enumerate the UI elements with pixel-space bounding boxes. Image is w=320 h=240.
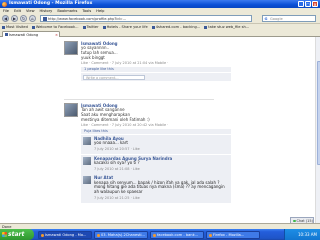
tab-label: Ismawati Odong	[9, 32, 39, 37]
facebook-icon	[4, 32, 8, 36]
site-favicon-icon	[42, 17, 47, 21]
taskbar-item[interactable]: Firefox - Mozilla...	[206, 230, 260, 239]
avatar[interactable]	[64, 41, 78, 55]
avatar[interactable]	[64, 103, 78, 117]
search-placeholder: Google	[270, 17, 283, 21]
likes-bar[interactable]: 1 people like this	[81, 67, 231, 73]
navigation-toolbar: ◀ ▶ ↻ ⌂ http://www.facebook.com/profile.…	[0, 14, 320, 23]
post-text: yuuk binggt	[81, 54, 105, 60]
title-bar: Ismawati Odong - Mozilla Firefox _ □ ×	[0, 0, 320, 8]
post-text: mestinya ditemani oleh Fatimah :)	[81, 116, 150, 122]
maximize-button[interactable]: □	[305, 1, 311, 7]
home-icon[interactable]: ⌂	[29, 15, 36, 22]
comment-meta[interactable]: 7 July 2010 at 21:25 · Like	[94, 196, 229, 201]
close-button[interactable]: ×	[312, 1, 318, 7]
browser-window: Ismawati Odong - Mozilla Firefox _ □ × F…	[0, 0, 320, 229]
taskbar: start Ismawati Odong - Mo... 03. Maha(s)…	[0, 229, 320, 240]
google-icon: G	[264, 17, 268, 21]
taskbar-item[interactable]: 03. Maha(s).2Chanesti...	[94, 230, 148, 239]
reload-icon[interactable]: ↻	[20, 15, 27, 22]
taskbar-item[interactable]: facebook.com - bank...	[150, 230, 204, 239]
window-controls: _ □ ×	[298, 1, 318, 7]
avatar[interactable]	[83, 136, 91, 145]
comment-item: Nur Atat kenapa sih senyum... bapak / hi…	[81, 174, 231, 203]
address-text: http://www.facebook.com/profile.php?id=.…	[48, 17, 127, 21]
post-meta[interactable]: Like · Comment · 7 July 2010 at 21:04 vi…	[81, 61, 253, 66]
post-meta[interactable]: Like · Comment · 7 July 2010 at 20:42 vi…	[81, 123, 253, 128]
divider	[64, 99, 214, 100]
post-body: Ismawati Odong Tan ah awit sanganne Saat…	[81, 103, 253, 203]
comment-input[interactable]: Write a comment...	[83, 74, 145, 80]
comment-item: Kenapardas Agung Surya Narindra kacaksi …	[81, 154, 231, 174]
back-arrow-icon[interactable]: ◀	[2, 15, 9, 22]
minimize-button[interactable]: _	[298, 1, 304, 7]
page-content: Ismawati Odong yo sayannnn.. tutup lah s…	[0, 37, 320, 223]
likes-bar[interactable]: Puja likes this	[81, 129, 231, 135]
comment-text: kacaksi sih sya? yo ti ?	[94, 160, 140, 166]
vertical-scrollbar[interactable]	[315, 37, 320, 223]
firefox-icon	[2, 1, 7, 7]
start-button[interactable]: start	[0, 229, 34, 240]
comment-meta[interactable]: 7 July 2010 at 21:08 · Like	[94, 167, 229, 172]
forward-arrow-icon[interactable]: ▶	[11, 15, 18, 22]
system-tray: 10:33 AM	[284, 229, 320, 240]
scrollbar-thumb[interactable]	[316, 61, 320, 165]
search-box[interactable]: G Google	[262, 15, 316, 22]
tab-strip: Ismawati Odong ×	[0, 30, 320, 37]
comment-box: Write a comment...	[81, 73, 231, 82]
clock[interactable]: 10:33 AM	[298, 232, 317, 237]
avatar[interactable]	[83, 156, 91, 165]
comment-item: Nadhila Ayou yoo nnaaa... kart 7 July 20…	[81, 134, 231, 155]
address-bar[interactable]: http://www.facebook.com/profile.php?id=.…	[40, 15, 252, 22]
comment-text: yoo nnaaa... kart	[94, 140, 128, 146]
window-title: Ismawati Odong - Mozilla Firefox	[9, 1, 93, 6]
comment-text: kenapa sih senyum... bapak / hizon ifah …	[94, 179, 225, 195]
taskbar-item[interactable]: Ismawati Odong - Mo...	[38, 230, 92, 239]
comment-meta[interactable]: 7 July 2010 at 20:57 · Like	[94, 147, 229, 152]
bookmarks-toolbar: Most Visited Welcome to Facebook... Twit…	[0, 23, 320, 30]
post-body: Ismawati Odong yo sayannnn.. tutup lah s…	[81, 41, 253, 82]
avatar[interactable]	[83, 176, 91, 185]
